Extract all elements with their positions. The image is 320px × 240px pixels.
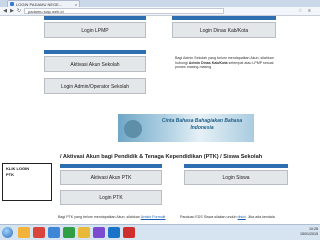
app-icon[interactable]: [33, 227, 45, 238]
button-accent-bar: [44, 16, 146, 20]
file-explorer-icon[interactable]: [18, 227, 30, 238]
banner-figure-icon: [124, 120, 142, 138]
browser-tab[interactable]: LOGIN PADAMU NEGE... x: [7, 0, 80, 7]
aktivasi-sekolah-button[interactable]: Aktivasi Akun Sekolah: [44, 56, 146, 72]
siswa-footer-note: Panduan EDS Siswa silakan unduh disini. …: [180, 215, 275, 219]
unduh-formulir-link[interactable]: Unduh Formulir: [141, 215, 166, 219]
app-icon[interactable]: [108, 227, 120, 238]
login-siswa-button[interactable]: Login Siswa: [184, 170, 288, 185]
login-ptk-button[interactable]: Login PTK: [60, 190, 162, 205]
login-lpmp-button[interactable]: Login LPMP: [44, 22, 146, 38]
unduh-disini-link[interactable]: disini: [238, 215, 246, 219]
os-taskbar: 10:28 15/01/2015: [0, 224, 320, 240]
app-icon[interactable]: [63, 227, 75, 238]
browser-app-icon[interactable]: [78, 227, 90, 238]
forward-icon[interactable]: ▶: [9, 8, 15, 14]
url-field[interactable]: padamu.siap.web.id: [24, 8, 224, 14]
app-icon[interactable]: [93, 227, 105, 238]
aktivasi-ptk-button[interactable]: Aktivasi Akun PTK: [60, 170, 162, 185]
url-text: padamu.siap.web.id: [28, 9, 64, 14]
system-tray-clock[interactable]: 10:28 15/01/2015: [284, 227, 318, 238]
favicon-icon: [10, 2, 14, 6]
address-bar: ◀ ▶ ↻ padamu.siap.web.id ☆ ≡: [0, 7, 320, 16]
browser-tabstrip: LOGIN PADAMU NEGE... x: [0, 0, 320, 7]
admin-info-text: Bagi Admin Sekolah yang belum mendapatka…: [175, 56, 274, 70]
annotation-callout: KLIK LOGIN PTK: [2, 163, 52, 201]
app-icon[interactable]: [48, 227, 60, 238]
button-accent-bar: [172, 16, 276, 20]
login-dinas-button[interactable]: Login Dinas Kab/Kota: [172, 22, 276, 38]
reload-icon[interactable]: ↻: [16, 8, 22, 14]
bookmark-star-icon[interactable]: ☆: [298, 8, 302, 14]
start-button-icon[interactable]: [2, 227, 13, 238]
login-admin-button[interactable]: Login Admin/Operator Sekolah: [44, 78, 146, 94]
button-accent-bar: [60, 164, 162, 168]
bahasa-banner: Cinta Bahasa Bahagiakan Bahasa Indonesia: [118, 114, 254, 142]
section-title: / Aktivasi Akun bagi Pendidik & Tenaga K…: [60, 154, 263, 160]
browser-menu-icon[interactable]: ≡: [308, 8, 311, 14]
page-content: Login LPMP Login Dinas Kab/Kota Aktivasi…: [0, 16, 320, 224]
app-icon[interactable]: [123, 227, 135, 238]
ptk-footer-note: Bagi PTK yang belum mendapatkan Akun, si…: [58, 215, 166, 219]
button-accent-bar: [184, 164, 288, 168]
button-accent-bar: [44, 50, 146, 54]
back-icon[interactable]: ◀: [2, 8, 8, 14]
